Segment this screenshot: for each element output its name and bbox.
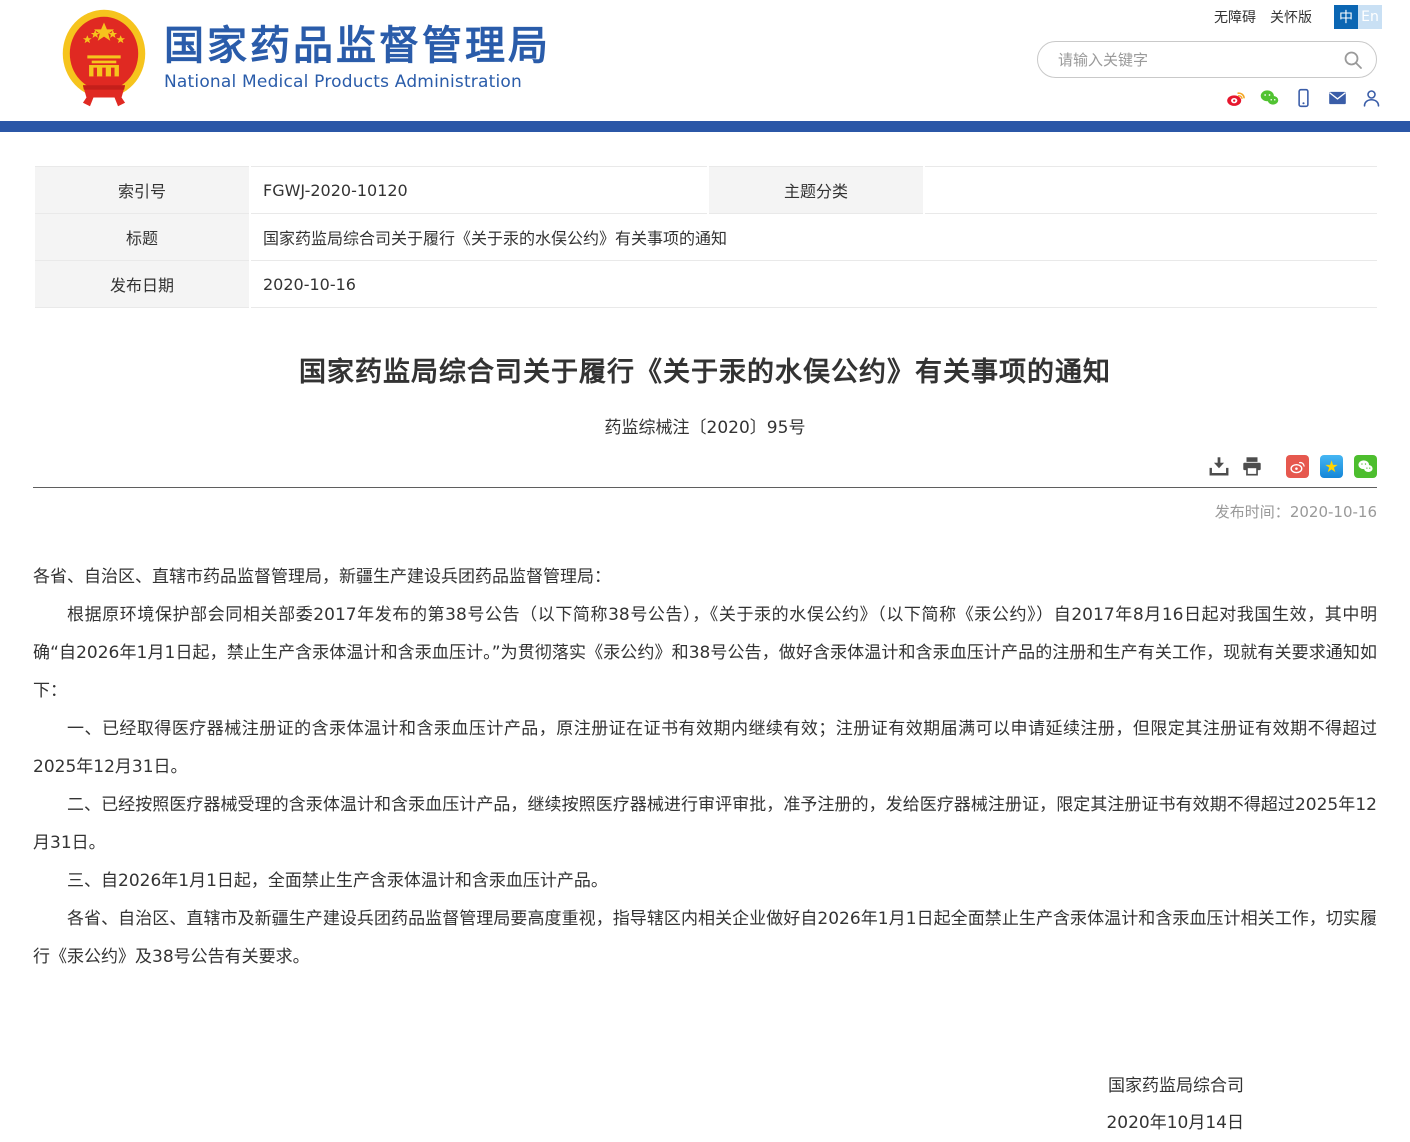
- mobile-icon[interactable]: [1293, 87, 1314, 108]
- table-row: 索引号 FGWJ-2020-10120 主题分类: [33, 166, 1377, 214]
- qzone-share-icon[interactable]: ★: [1320, 454, 1343, 478]
- wechat-icon[interactable]: [1259, 87, 1280, 108]
- document-number: 药监综械注〔2020〕95号: [604, 418, 806, 438]
- search-input[interactable]: [1058, 42, 1328, 77]
- publish-time: 发布时间：2020-10-16: [33, 501, 1377, 522]
- document-body: 各省、自治区、直辖市药品监督管理局，新疆生产建设兵团药品监督管理局： 根据原环境保…: [33, 558, 1377, 976]
- national-emblem-icon: [60, 8, 148, 112]
- meta-title-label: 标题: [33, 213, 251, 261]
- signature-block: 国家药监局综合司 2020年10月14日: [33, 1068, 1377, 1142]
- meta-title-value: 国家药监局综合司关于履行《关于汞的水俣公约》有关事项的通知: [250, 213, 1377, 261]
- table-row: 发布日期 2020-10-16: [33, 260, 1377, 308]
- download-icon[interactable]: [1208, 455, 1230, 477]
- signature-org: 国家药监局综合司: [1108, 1076, 1244, 1096]
- meta-index-label: 索引号: [33, 166, 251, 214]
- site-logo[interactable]: 国家药品监督管理局 National Medical Products Admi…: [60, 8, 551, 112]
- qzone-star-glyph: ★: [1324, 456, 1339, 476]
- lang-en-button[interactable]: En: [1358, 5, 1382, 29]
- meta-category-label: 主题分类: [707, 166, 925, 214]
- page-title: 国家药监局综合司关于履行《关于汞的水俣公约》有关事项的通知: [299, 357, 1111, 388]
- body-paragraph: 各省、自治区、直辖市药品监督管理局，新疆生产建设兵团药品监督管理局：: [33, 567, 611, 587]
- weibo-share-icon[interactable]: [1286, 454, 1309, 478]
- care-version-link[interactable]: 关怀版: [1270, 7, 1312, 27]
- meta-category-value: [924, 166, 1377, 214]
- body-paragraph: 三、自2026年1月1日起，全面禁止生产含汞体温计和含汞血压计产品。: [67, 871, 608, 891]
- print-icon[interactable]: [1241, 455, 1263, 477]
- title-divider: [33, 487, 1377, 488]
- top-utility-links: 无障碍 关怀版 中 En: [1037, 4, 1382, 30]
- site-title: 国家药品监督管理局: [164, 23, 551, 69]
- meta-date-label: 发布日期: [33, 260, 251, 308]
- lang-zh-button[interactable]: 中: [1334, 5, 1358, 29]
- search-icon[interactable]: [1343, 50, 1363, 74]
- body-paragraph: 各省、自治区、直辖市及新疆生产建设兵团药品监督管理局要高度重视，指导辖区内相关企…: [33, 909, 1377, 967]
- mail-icon[interactable]: [1327, 87, 1348, 108]
- user-icon[interactable]: [1361, 87, 1382, 108]
- publish-time-value: 2020-10-16: [1289, 503, 1377, 521]
- body-paragraph: 根据原环境保护部会同相关部委2017年发布的第38号公告（以下简称38号公告），…: [33, 605, 1377, 701]
- header-social-row: [1037, 87, 1382, 108]
- publish-time-label: 发布时间：: [1214, 503, 1290, 521]
- accessibility-link[interactable]: 无障碍: [1214, 7, 1256, 27]
- body-paragraph: 一、已经取得医疗器械注册证的含汞体温计和含汞血压计产品，原注册证在证书有效期内继…: [33, 719, 1377, 777]
- body-paragraph: 二、已经按照医疗器械受理的含汞体温计和含汞血压计产品，继续按照医疗器械进行审评审…: [33, 795, 1377, 853]
- site-header: 国家药品监督管理局 National Medical Products Admi…: [0, 0, 1410, 121]
- document-actions: ★: [33, 454, 1377, 478]
- weibo-icon[interactable]: [1225, 87, 1246, 108]
- search-box: [1037, 41, 1377, 78]
- site-subtitle: National Medical Products Administration: [164, 72, 522, 92]
- meta-index-value: FGWJ-2020-10120: [250, 166, 708, 214]
- document-page: 索引号 FGWJ-2020-10120 主题分类 标题 国家药监局综合司关于履行…: [0, 166, 1410, 1142]
- meta-date-value: 2020-10-16: [250, 260, 1377, 308]
- table-row: 标题 国家药监局综合司关于履行《关于汞的水俣公约》有关事项的通知: [33, 213, 1377, 261]
- document-meta-table: 索引号 FGWJ-2020-10120 主题分类 标题 国家药监局综合司关于履行…: [33, 166, 1377, 308]
- language-switcher: 中 En: [1334, 5, 1382, 29]
- signature-date: 2020年10月14日: [1106, 1113, 1244, 1133]
- header-divider-bar: [0, 121, 1410, 132]
- wechat-share-icon[interactable]: [1354, 454, 1377, 478]
